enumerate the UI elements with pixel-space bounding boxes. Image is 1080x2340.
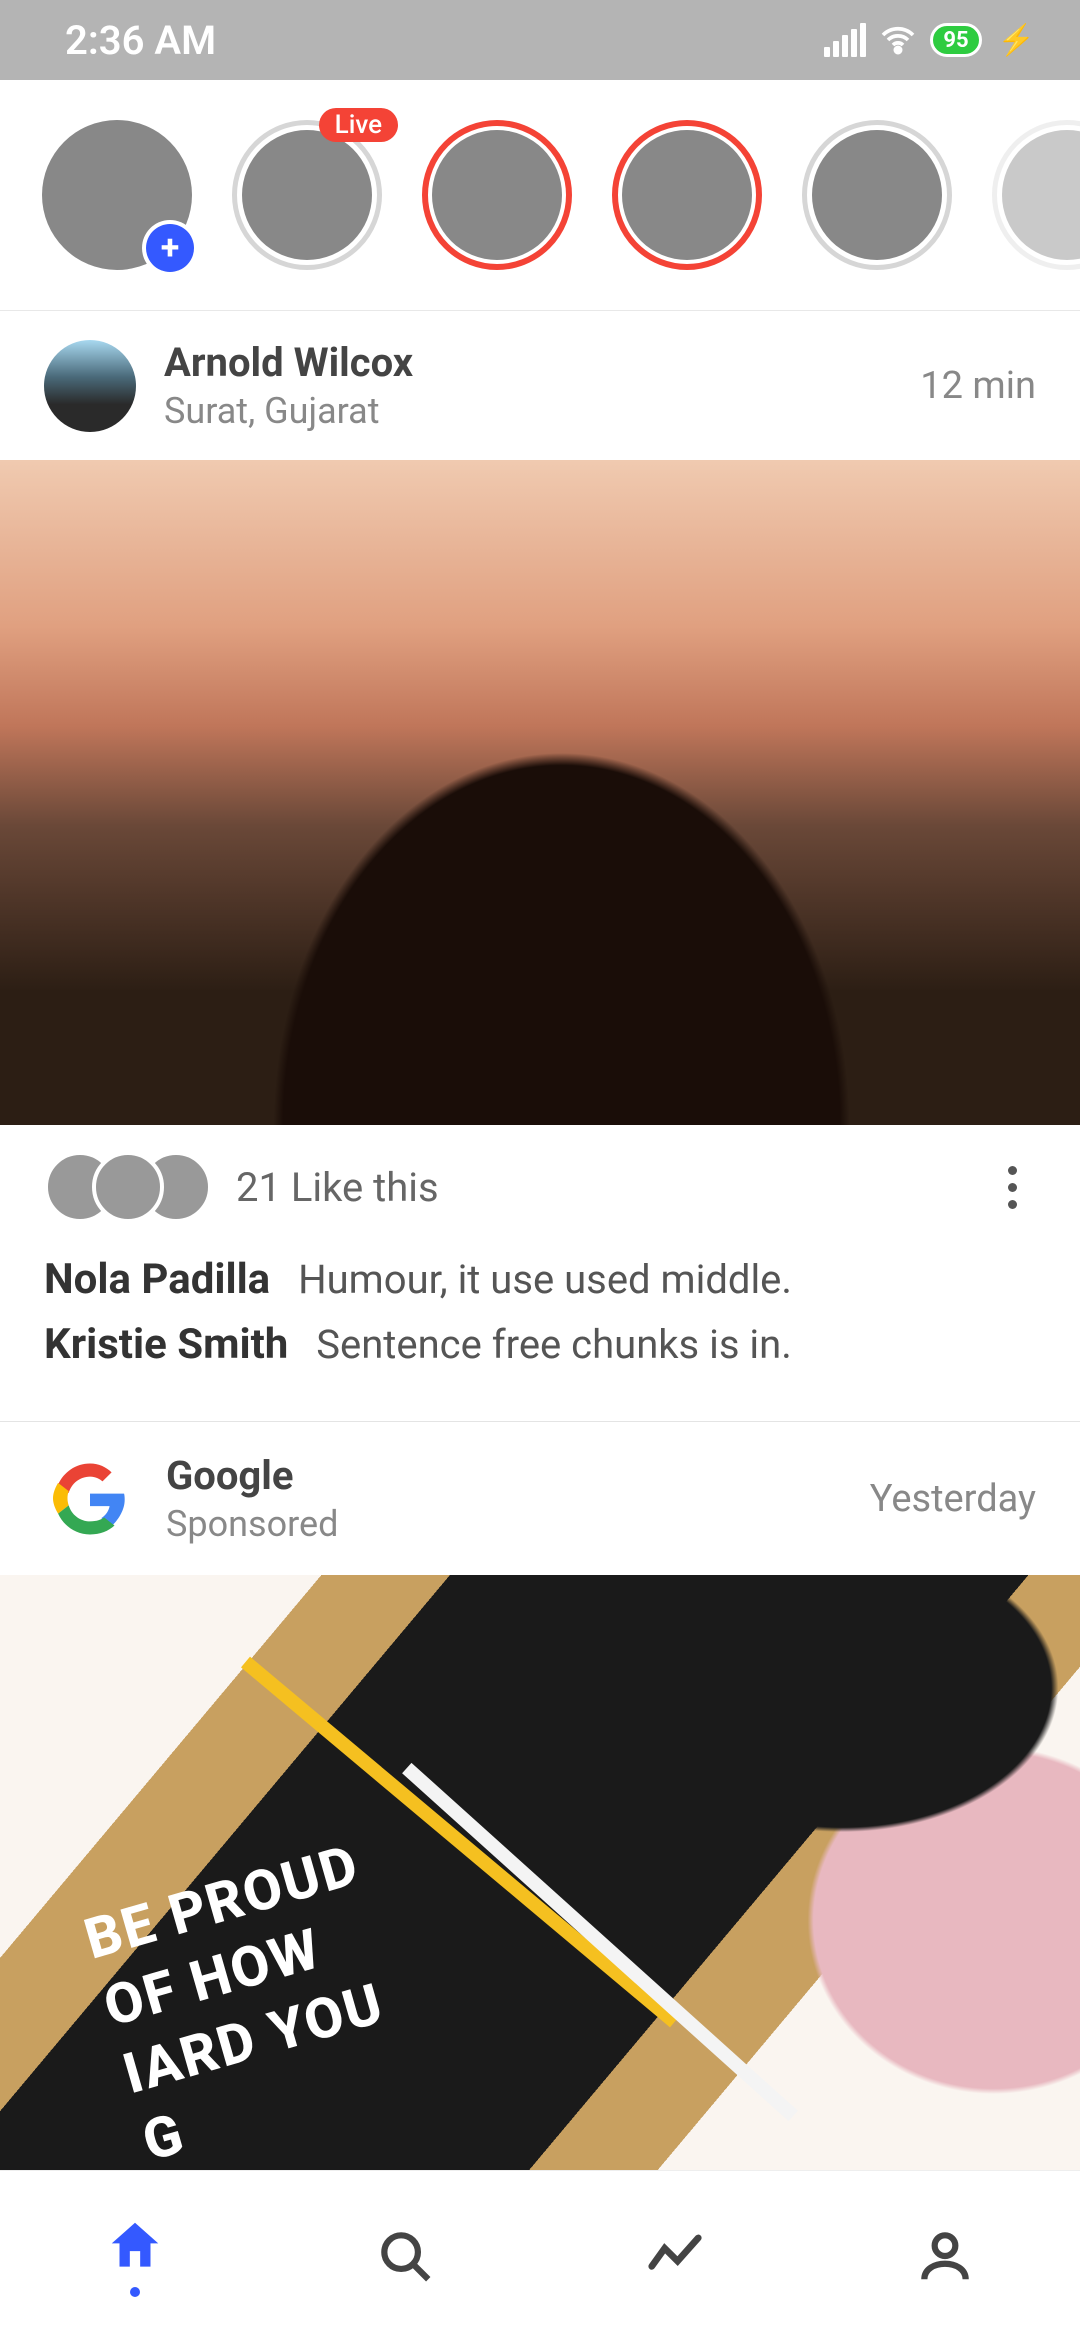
likes-count-text[interactable]: 21 Like this (236, 1164, 439, 1211)
sponsored-label: Sponsored (166, 1503, 338, 1545)
charging-icon: ⚡ (998, 23, 1035, 58)
status-indicators: 95 ⚡ (824, 20, 1035, 60)
post-actions: 21 Like this (0, 1125, 1080, 1237)
sponsored-image[interactable]: BE PROUD OF HOW IARD YOU G (0, 1575, 1080, 2203)
story-your-story[interactable]: + (42, 120, 192, 270)
comment-text: Humour, it use used middle. (298, 1256, 792, 1303)
nav-activity[interactable] (615, 2201, 735, 2311)
bottom-nav (0, 2170, 1080, 2340)
live-badge: Live (319, 108, 398, 142)
post-author-avatar[interactable] (44, 340, 136, 432)
cellular-signal-icon (824, 23, 866, 57)
status-bar: 2:36 AM 95 ⚡ (0, 0, 1080, 80)
story-item[interactable] (612, 120, 762, 270)
story-item[interactable] (422, 120, 572, 270)
battery-percent: 95 (943, 28, 968, 53)
comment-author[interactable]: Nola Padilla (44, 1255, 270, 1304)
sponsored-board-text: BE PROUD OF HOW IARD YOU G (77, 1830, 425, 2177)
stories-row[interactable]: + Live (0, 80, 1080, 311)
post-author-location: Surat, Gujarat (164, 390, 413, 432)
comment[interactable]: Nola Padilla Humour, it use used middle. (44, 1247, 1036, 1312)
nav-profile[interactable] (885, 2201, 1005, 2311)
status-time: 2:36 AM (65, 17, 216, 64)
more-options-icon[interactable] (988, 1163, 1036, 1211)
comment-author[interactable]: Kristie Smith (44, 1320, 288, 1369)
post-comments: Nola Padilla Humour, it use used middle.… (0, 1237, 1080, 1421)
battery-indicator: 95 (930, 23, 981, 57)
likers-avatars[interactable] (44, 1151, 212, 1223)
story-item-live[interactable]: Live (232, 120, 382, 270)
post-author-name[interactable]: Arnold Wilcox (164, 339, 413, 386)
sponsored-header[interactable]: Google Sponsored Yesterday (0, 1422, 1080, 1575)
comment[interactable]: Kristie Smith Sentence free chunks is in… (44, 1312, 1036, 1377)
post-image[interactable] (0, 460, 1080, 1125)
nav-active-dot (130, 2287, 140, 2297)
story-item[interactable] (992, 120, 1080, 270)
comment-text: Sentence free chunks is in. (316, 1321, 792, 1368)
wifi-icon (878, 20, 918, 60)
post-header[interactable]: Arnold Wilcox Surat, Gujarat 12 min (0, 311, 1080, 460)
post-timestamp: 12 min (920, 364, 1036, 408)
story-item[interactable] (802, 120, 952, 270)
nav-search[interactable] (345, 2201, 465, 2311)
nav-home[interactable] (75, 2201, 195, 2311)
add-story-icon[interactable]: + (146, 224, 194, 272)
google-logo-icon[interactable] (44, 1453, 136, 1545)
sponsored-timestamp: Yesterday (870, 1477, 1036, 1521)
sponsored-brand[interactable]: Google (166, 1452, 338, 1499)
pencil-white (402, 1763, 798, 2121)
